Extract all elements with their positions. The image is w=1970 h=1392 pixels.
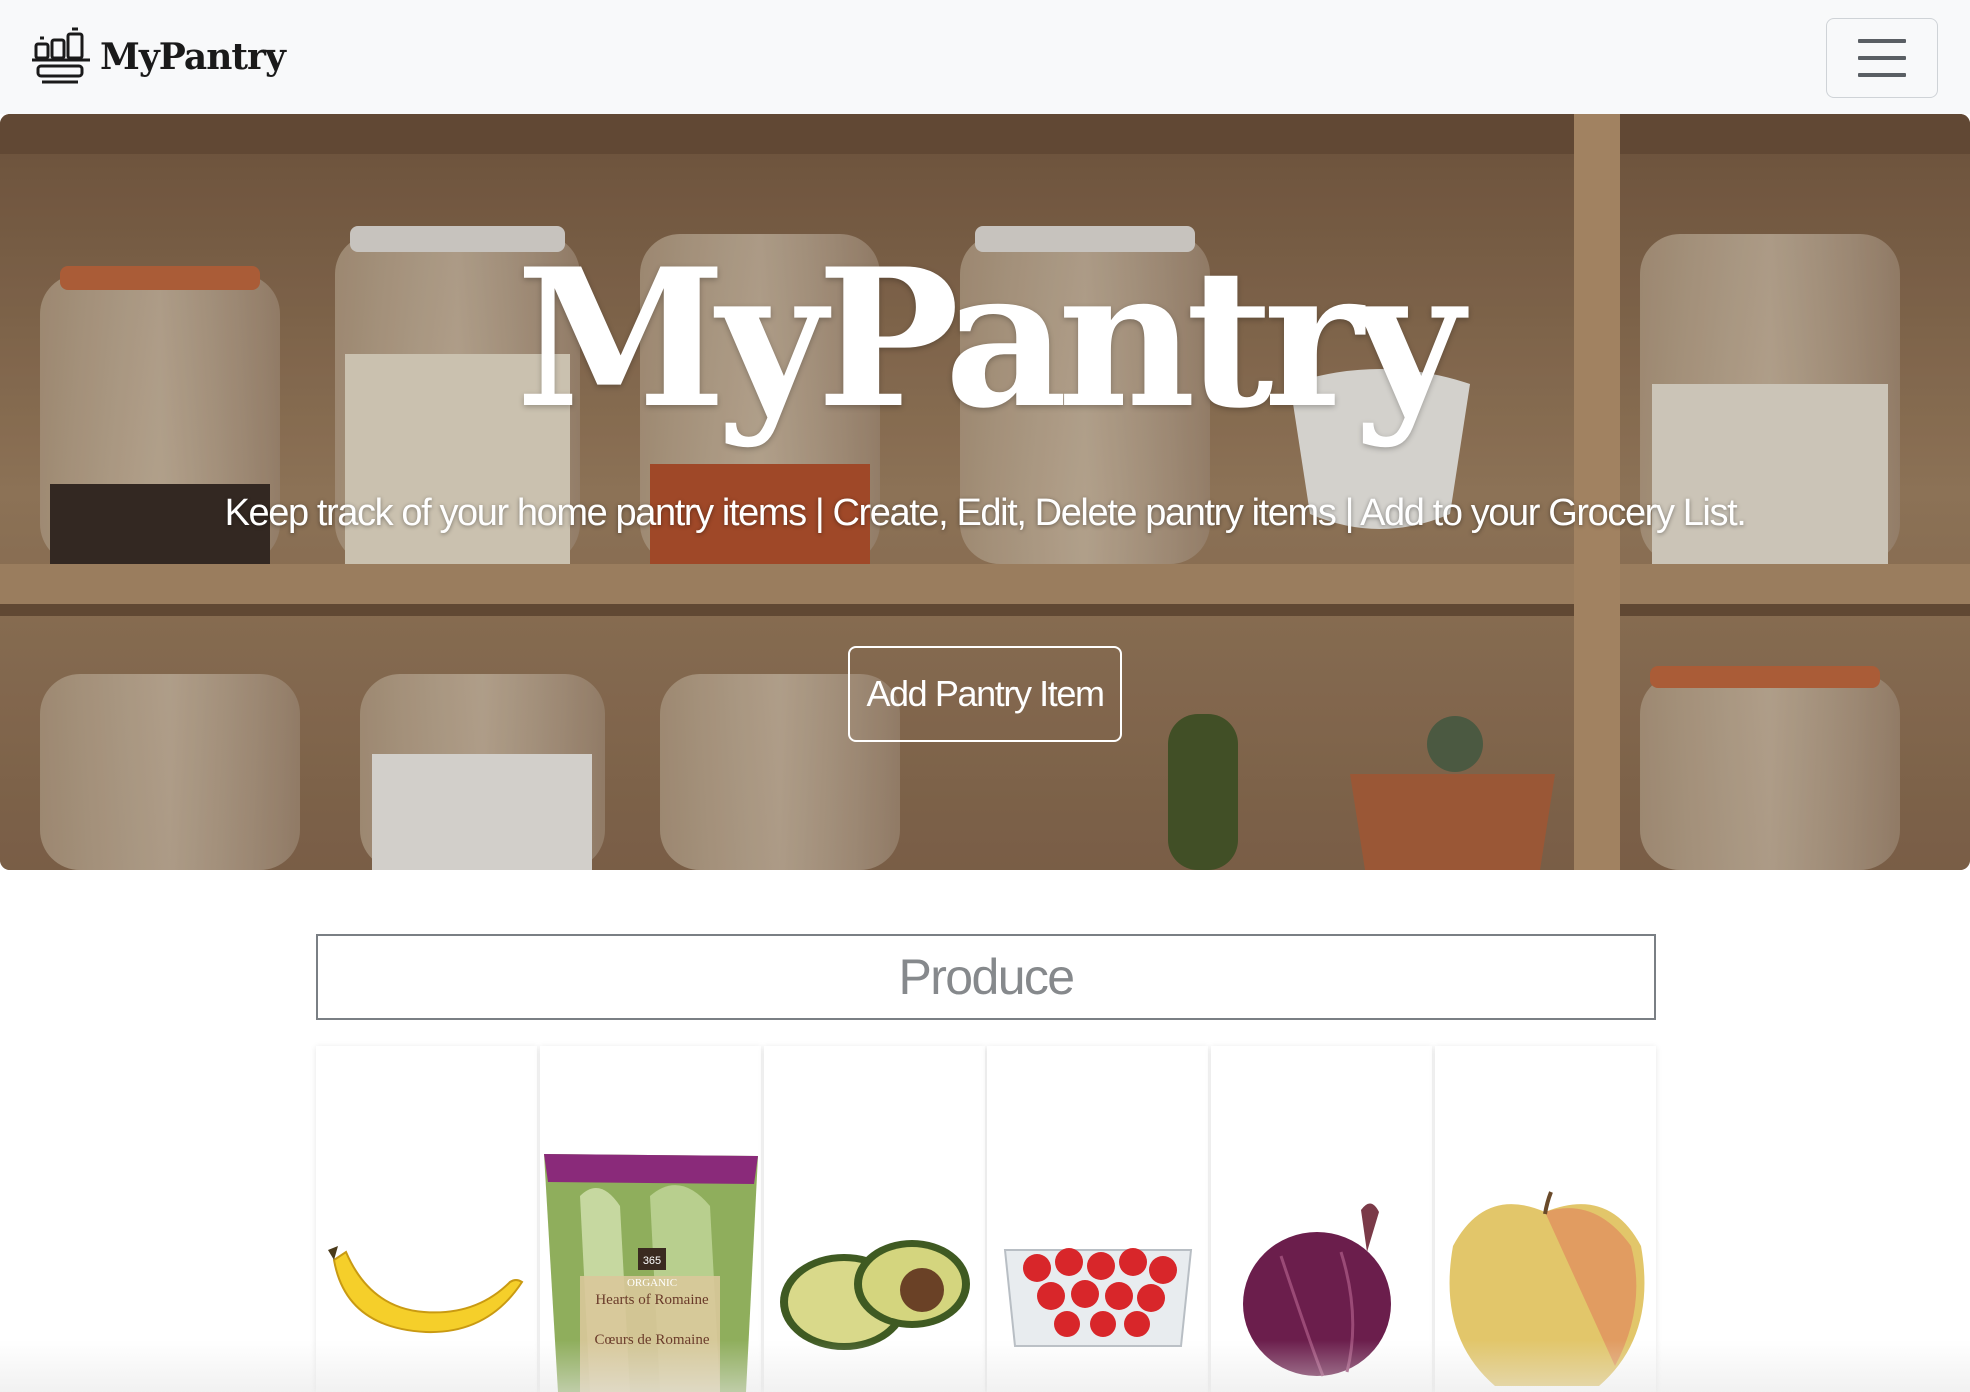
romaine-lettuce-icon: 365 ORGANIC Hearts of Romaine Cœurs de R… [544, 1154, 758, 1392]
navbar: MyPantry [0, 0, 1970, 114]
produce-card-avocado[interactable] [764, 1046, 985, 1392]
package-tag: ORGANIC [627, 1277, 677, 1289]
banana-icon [328, 1246, 524, 1334]
hero-title: MyPantry [515, 227, 1464, 450]
produce-card-romaine[interactable]: 365 ORGANIC Hearts of Romaine Cœurs de R… [540, 1046, 761, 1392]
hamburger-menu-button[interactable] [1826, 18, 1938, 98]
hero-subtitle: Keep track of your home pantry items | C… [224, 492, 1747, 534]
package-brand: 365 [643, 1255, 661, 1267]
red-onion-icon [1243, 1203, 1391, 1377]
produce-card-banana[interactable] [316, 1046, 537, 1392]
brand-link[interactable]: MyPantry [30, 26, 286, 88]
package-name: Hearts of Romaine [595, 1292, 709, 1308]
avocado-icon [780, 1240, 970, 1350]
produce-card-red-onion[interactable] [1211, 1046, 1432, 1392]
package-name-fr: Cœurs de Romaine [595, 1332, 710, 1348]
apple-icon [1449, 1191, 1645, 1386]
strawberries-icon [1003, 1248, 1193, 1347]
hamburger-menu-icon [1858, 39, 1906, 43]
produce-section-heading: Produce [316, 934, 1656, 1020]
produce-card-apple[interactable] [1435, 1046, 1656, 1392]
hero-banner: MyPantry Keep track of your home pantry … [0, 114, 1970, 870]
add-pantry-item-button[interactable]: Add Pantry Item [848, 646, 1122, 742]
produce-card-strawberries[interactable] [987, 1046, 1208, 1392]
brand-name: MyPantry [100, 36, 286, 78]
produce-card-list: 365 ORGANIC Hearts of Romaine Cœurs de R… [316, 1046, 1656, 1392]
pantry-shelf-icon [32, 27, 90, 84]
